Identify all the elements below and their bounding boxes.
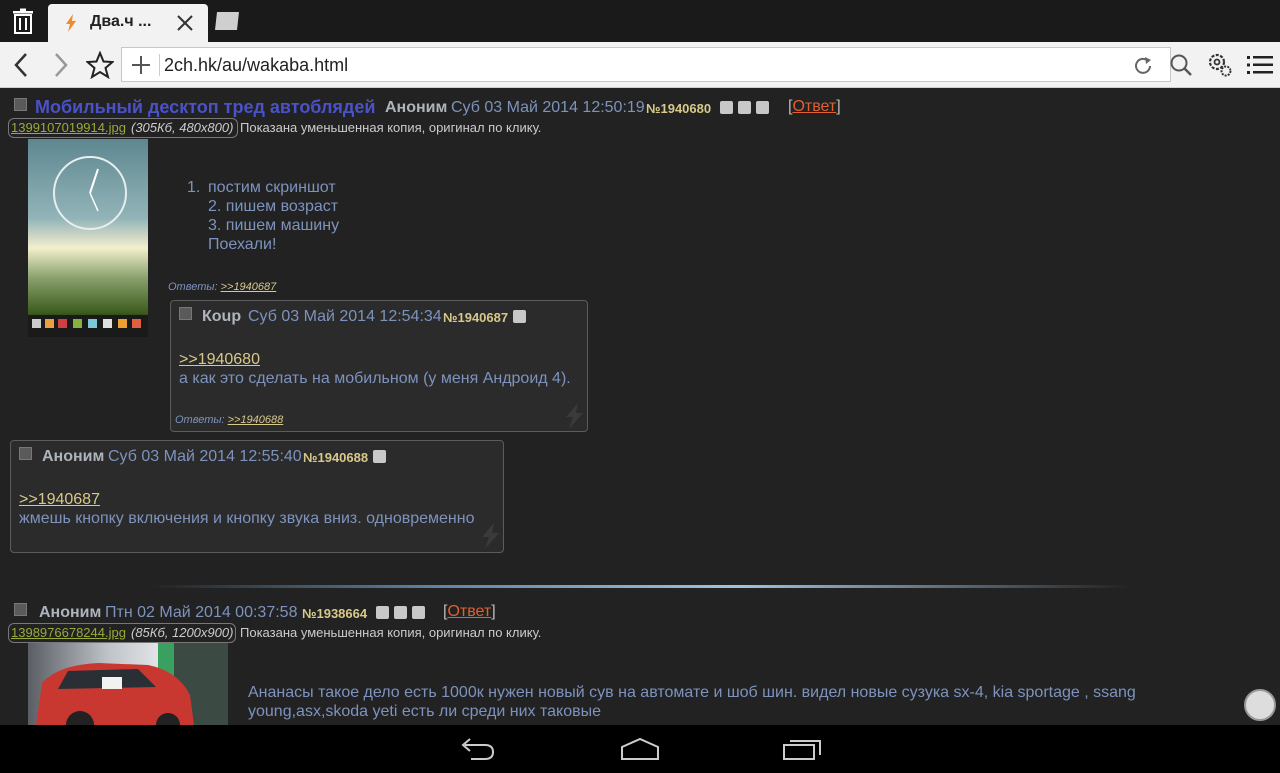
ref-link[interactable]: >>1940688 (228, 414, 284, 426)
post-date: Суб 03 Май 2014 12:50:19 (451, 99, 645, 116)
post-number[interactable]: №1940688 (303, 450, 368, 465)
chevron-right-icon[interactable] (46, 51, 74, 79)
reply-link-label[interactable]: Ответ (792, 98, 836, 115)
file-link[interactable]: 1398976678244.jpg (11, 625, 126, 640)
post-date: Птн 02 Май 2014 00:37:58 (105, 604, 298, 621)
post-date: Суб 03 Май 2014 12:54:34 (248, 308, 442, 325)
scroll-handle[interactable] (1244, 689, 1276, 721)
post-checkbox[interactable] (19, 447, 32, 460)
hide-icon[interactable] (376, 606, 389, 619)
page-content: Мобильный десктоп тред автоблядей Аноним… (0, 88, 1280, 725)
play-icon[interactable] (373, 450, 386, 463)
file-meta: (305Кб, 480x800) (131, 120, 234, 135)
url-text[interactable]: 2ch.hk/au/wakaba.html (164, 55, 348, 76)
reload-icon[interactable] (1132, 55, 1154, 77)
replies-refs: Ответы: >>1940687 (168, 281, 277, 293)
ref-link[interactable]: >>1940687 (221, 281, 277, 293)
browser-toolbar: 2ch.hk/au/wakaba.html (0, 42, 1280, 88)
thumbnail-note: Показана уменьшенная копия, оригинал по … (240, 120, 542, 135)
quote-link[interactable]: >>1940687 (19, 491, 100, 509)
quote-link[interactable]: >>1940680 (179, 351, 260, 369)
post-date: Суб 03 Май 2014 12:55:40 (108, 448, 302, 465)
expand-icon[interactable] (738, 101, 751, 114)
trash-icon[interactable] (10, 8, 36, 34)
reply-post: Коup Суб 03 Май 2014 12:54:34 №1940687 >… (170, 300, 588, 432)
thread-separator (150, 585, 1130, 588)
tab-title: Два.ч ... (90, 13, 152, 30)
post-text-line: 3. пишем машину (208, 217, 340, 234)
tab-bar: Два.ч ... (0, 0, 1280, 42)
poster-name: Аноним (385, 99, 448, 116)
reply-link-label[interactable]: Ответ (447, 603, 491, 620)
system-nav-bar (0, 725, 1280, 773)
poster-name: Аноним (39, 604, 102, 621)
thread-subject[interactable]: Мобильный десктоп тред автоблядей (35, 97, 375, 118)
thumbnail-note: Показана уменьшенная копия, оригинал по … (240, 625, 542, 640)
new-tab-icon[interactable] (214, 10, 242, 32)
post-text-line: 2. пишем возраст (208, 198, 339, 215)
bolt-icon (566, 403, 583, 429)
play-icon[interactable] (412, 606, 425, 619)
url-divider (159, 54, 160, 76)
gear-icon[interactable] (1206, 51, 1234, 79)
bolt-icon (66, 14, 76, 32)
expand-icon[interactable] (394, 606, 407, 619)
bolt-icon (482, 523, 499, 549)
post-list-marker: 1. (187, 179, 201, 196)
post-number[interactable]: №1940687 (443, 310, 508, 325)
play-icon[interactable] (513, 310, 526, 323)
file-link[interactable]: 1399107019914.jpg (11, 120, 126, 135)
post-text-line: young,asx,skoda yeti есть ли среди них т… (248, 703, 601, 720)
reply-link[interactable]: [Ответ] (443, 603, 496, 621)
close-icon[interactable] (176, 14, 194, 32)
plus-icon[interactable] (130, 54, 152, 76)
post-text-line: Поехали! (208, 236, 277, 253)
post-checkbox[interactable] (14, 603, 27, 616)
post-text-line: постим скриншот (208, 179, 336, 196)
replies-refs: Ответы: >>1940688 (175, 414, 284, 426)
poster-name: Аноним (42, 448, 105, 465)
reply-link[interactable]: [Ответ] (788, 98, 841, 116)
post-thumbnail[interactable] (28, 643, 228, 725)
post-number[interactable]: №1940680 (646, 101, 711, 116)
home-icon[interactable] (618, 735, 662, 763)
play-icon[interactable] (756, 101, 769, 114)
post-text-line: Ананасы такое дело есть 1000к нужен новы… (248, 684, 1136, 701)
poster-name: Коup (202, 308, 242, 325)
post-checkbox[interactable] (14, 98, 27, 111)
search-icon[interactable] (1167, 51, 1195, 79)
recent-apps-icon[interactable] (780, 735, 824, 763)
star-icon[interactable] (86, 51, 114, 79)
hide-icon[interactable] (720, 101, 733, 114)
post-number[interactable]: №1938664 (302, 606, 367, 621)
post-text: а как это сделать на мобильном (у меня А… (179, 370, 571, 387)
reply-post: Аноним Суб 03 Май 2014 12:55:40 №1940688… (10, 440, 504, 553)
file-meta: (85Кб, 1200x900) (131, 625, 234, 640)
url-bar[interactable]: 2ch.hk/au/wakaba.html (121, 47, 1171, 82)
menu-icon[interactable] (1246, 51, 1274, 79)
post-text: жмешь кнопку включения и кнопку звука вн… (19, 510, 475, 527)
post-checkbox[interactable] (179, 307, 192, 320)
chevron-left-icon[interactable] (8, 51, 36, 79)
post-thumbnail[interactable] (28, 139, 148, 337)
tab-active[interactable]: Два.ч ... (48, 4, 208, 42)
back-icon[interactable] (455, 735, 499, 763)
